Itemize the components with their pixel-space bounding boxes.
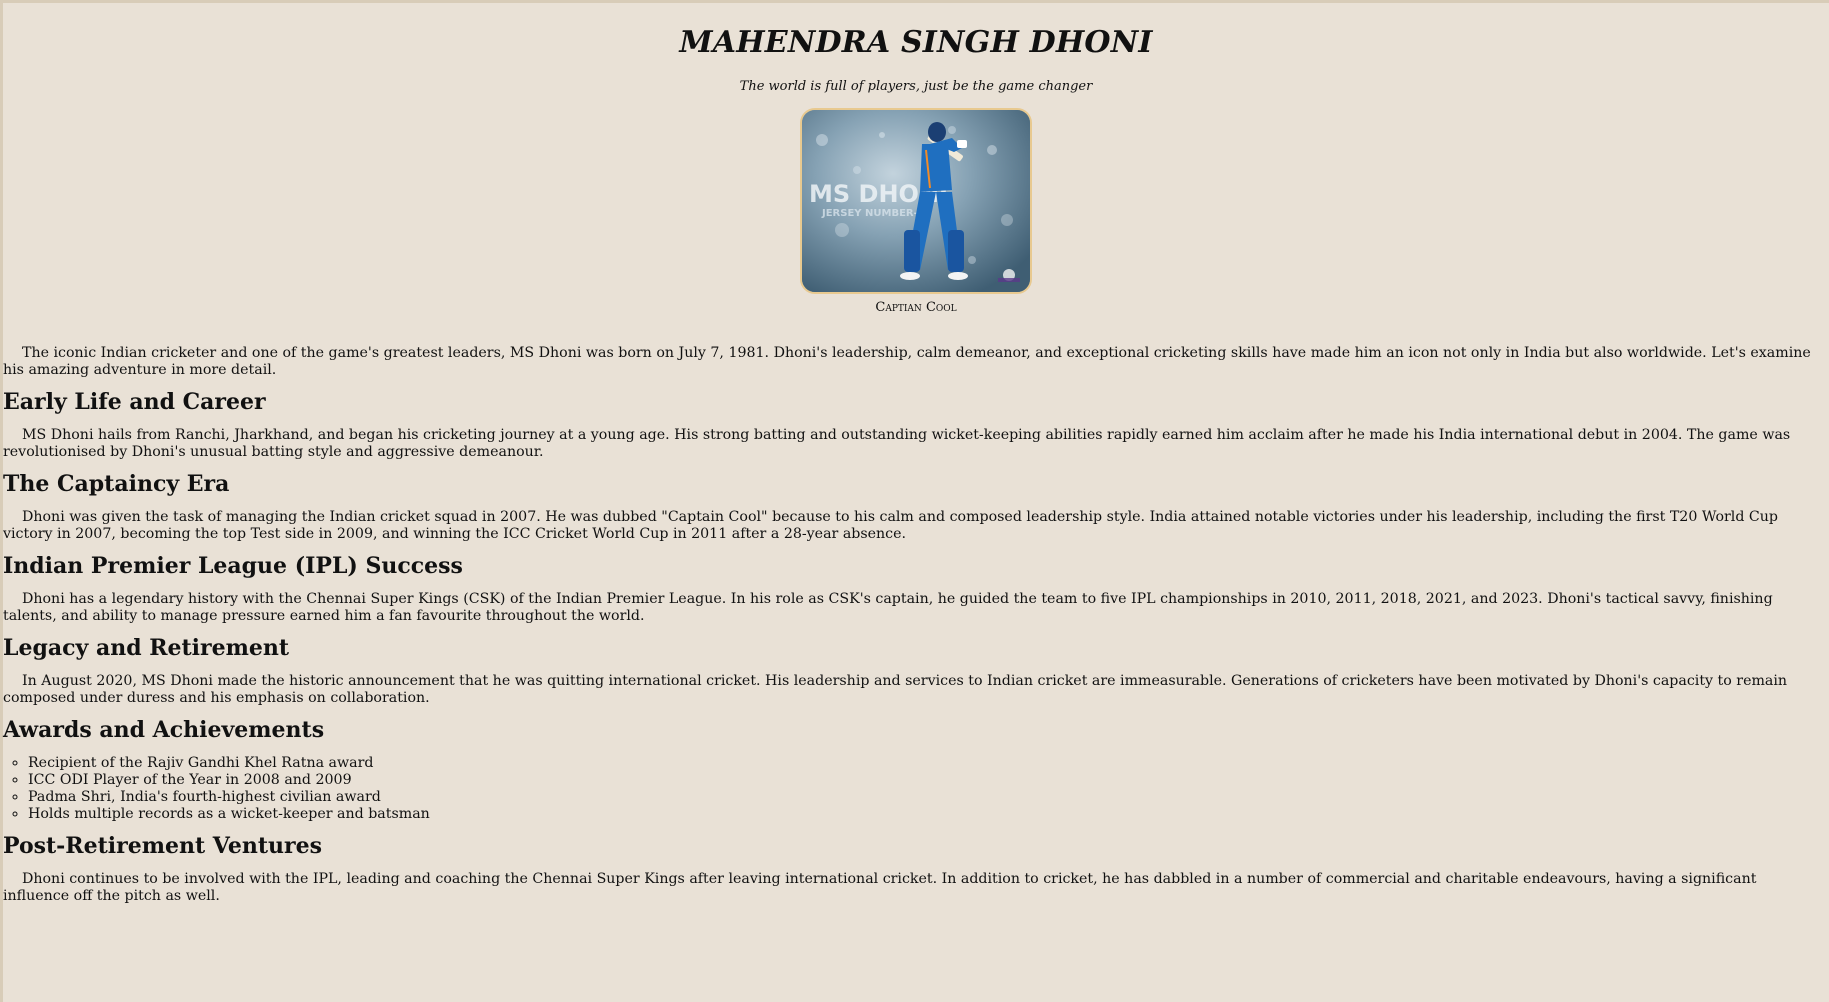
section-heading-early-life: Early Life and Career [3, 389, 266, 415]
list-item: Holds multiple records as a wicket-keepe… [28, 806, 1829, 823]
section-heading-legacy: Legacy and Retirement [3, 635, 290, 661]
section-text-captaincy: Dhoni was given the task of managing the… [3, 509, 1779, 542]
list-item: Recipient of the Rajiv Gandhi Khel Ratna… [28, 755, 1829, 772]
section-text-ipl: Dhoni has a legendary history with the C… [3, 591, 1773, 624]
section-text-legacy: In August 2020, MS Dhoni made the histor… [3, 673, 1788, 706]
section-heading-post-retirement: Post-Retirement Ventures [3, 833, 322, 859]
awards-list: Recipient of the Rajiv Gandhi Khel Ratna… [3, 755, 1829, 823]
page-subtitle: The world is full of players, just be th… [739, 79, 1093, 94]
section-heading-ipl: Indian Premier League (IPL) Success [3, 553, 463, 579]
list-item: Padma Shri, India's fourth-highest civil… [28, 789, 1829, 806]
cricketer-image: MS DHONI JERSEY NUMBER-7 [802, 110, 1030, 292]
image-caption: Captian Cool [875, 300, 957, 315]
section-text-post-retirement: Dhoni continues to be involved with the … [3, 871, 1757, 904]
section-heading-awards: Awards and Achievements [3, 717, 325, 743]
section-text-early-life: MS Dhoni hails from Ranchi, Jharkhand, a… [3, 427, 1791, 460]
list-item: ICC ODI Player of the Year in 2008 and 2… [28, 772, 1829, 789]
page: MAHENDRA SINGH DHONI The world is full o… [3, 25, 1829, 905]
page-title: MAHENDRA SINGH DHONI [679, 25, 1153, 60]
image-subtitle-text: JERSEY NUMBER-7 [821, 208, 925, 219]
intro-paragraph: The iconic Indian cricketer and one of t… [3, 345, 1811, 378]
profile-figure: MS DHONI JERSEY NUMBER-7 Captian Cool [3, 108, 1829, 317]
section-heading-captaincy: The Captaincy Era [3, 471, 230, 497]
profile-photo: MS DHONI JERSEY NUMBER-7 [800, 108, 1032, 294]
